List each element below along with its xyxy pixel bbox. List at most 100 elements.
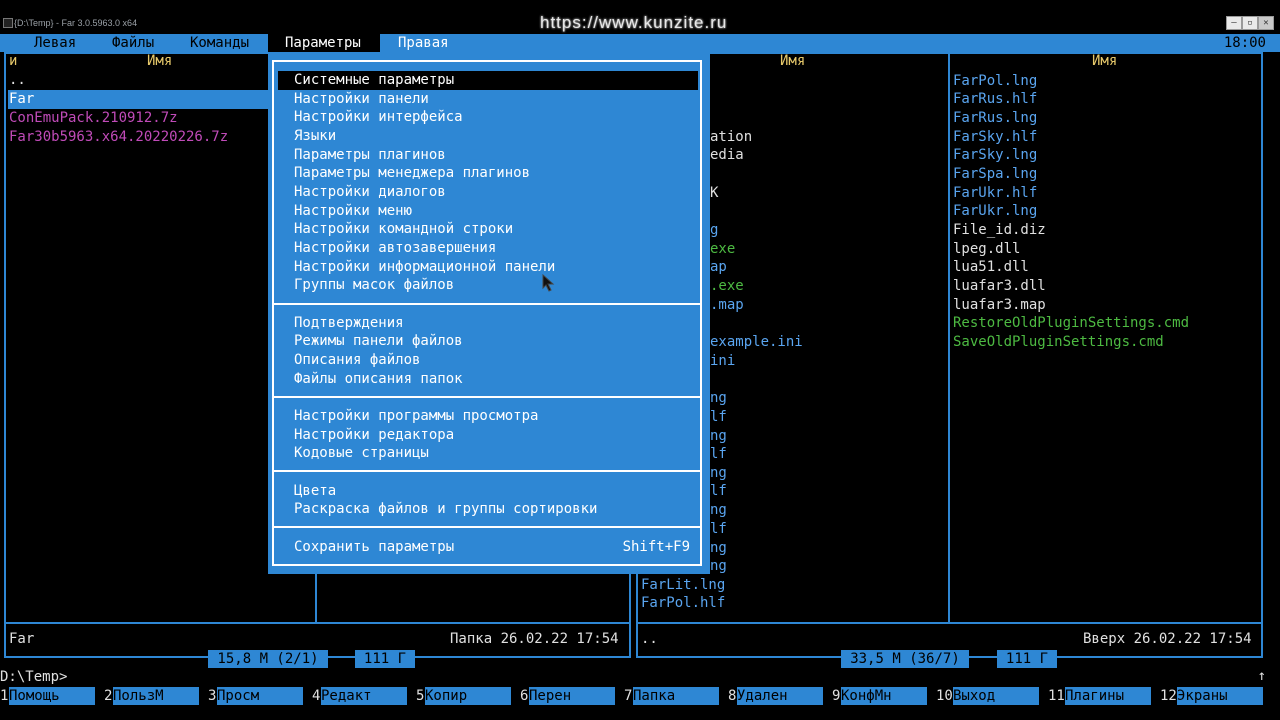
menu-item-code-pages[interactable]: Кодовые страницы bbox=[278, 444, 698, 463]
file-row[interactable]: FarUkr.lng bbox=[953, 202, 1037, 221]
file-row[interactable]: FarSky.lng bbox=[953, 146, 1037, 165]
file-row[interactable]: File_id.diz bbox=[953, 221, 1046, 240]
file-row-fragment[interactable]: ng bbox=[710, 501, 727, 520]
maximize-button[interactable]: ▫ bbox=[1242, 16, 1258, 30]
right-panel-col-header-name-2[interactable]: Имя bbox=[1092, 53, 1117, 69]
menu-item-save-settings[interactable]: Сохранить параметры Shift+F9 bbox=[278, 538, 698, 557]
file-row-fragment[interactable]: lf bbox=[710, 482, 727, 501]
file-row-fragment[interactable]: ng bbox=[710, 389, 727, 408]
menu-item-interface-settings[interactable]: Настройки интерфейса bbox=[278, 108, 698, 127]
keybar-f5-copy[interactable]: Копир bbox=[425, 687, 511, 705]
file-row-farlit-lng[interactable]: FarLit.lng bbox=[641, 576, 725, 595]
close-button[interactable]: ✕ bbox=[1258, 16, 1274, 30]
menu-files[interactable]: Файлы bbox=[112, 34, 154, 52]
file-row-fragment[interactable]: ini bbox=[710, 352, 735, 371]
left-panel-info-details: Папка 26.02.22 17:54 bbox=[450, 631, 619, 647]
file-row-conemupack[interactable]: ConEmuPack.210912.7z bbox=[9, 109, 309, 128]
file-row[interactable]: FarSpa.lng bbox=[953, 165, 1037, 184]
file-row[interactable]: FarRus.hlf bbox=[953, 90, 1037, 109]
file-row-farpol-hlf[interactable]: FarPol.hlf bbox=[641, 594, 725, 613]
file-row-fragment[interactable]: ng bbox=[710, 427, 727, 446]
keybar-f1-number: 1 bbox=[0, 688, 9, 704]
file-row-fragment[interactable]: .map bbox=[710, 296, 744, 315]
keybar-f5-number: 5 bbox=[416, 688, 425, 704]
menu-item-system-settings[interactable]: Системные параметры bbox=[278, 71, 698, 90]
keybar-f7-mkdir[interactable]: Папка bbox=[633, 687, 719, 705]
file-row-fragment[interactable]: g bbox=[710, 221, 718, 240]
file-row[interactable]: SaveOldPluginSettings.cmd bbox=[953, 333, 1164, 352]
left-panel-col-header-name[interactable]: Имя bbox=[147, 53, 172, 69]
keybar-f11-plugins[interactable]: Плагины bbox=[1065, 687, 1151, 705]
file-row-fragment[interactable]: exe bbox=[710, 240, 735, 259]
menu-left[interactable]: Левая bbox=[34, 34, 76, 52]
keybar-f6-move[interactable]: Перен bbox=[529, 687, 615, 705]
menu-item-info-panel-settings[interactable]: Настройки информационной панели bbox=[278, 258, 698, 277]
left-panel-size-summary: 15,8 M (2/1) bbox=[208, 650, 328, 668]
scroll-up-arrow-icon: ↑ bbox=[1257, 668, 1266, 684]
file-row[interactable]: lpeg.dll bbox=[953, 240, 1020, 259]
keybar-f1-help[interactable]: Помощь bbox=[9, 687, 95, 705]
right-panel-info-divider bbox=[636, 622, 1263, 624]
menu-options[interactable]: Параметры bbox=[268, 34, 380, 52]
file-row-parent[interactable]: .. bbox=[9, 71, 309, 90]
file-row-far-archive[interactable]: Far30b5963.x64.20220226.7z bbox=[9, 128, 309, 147]
keybar-f10-quit[interactable]: Выход bbox=[953, 687, 1039, 705]
menu-item-colors[interactable]: Цвета bbox=[278, 482, 698, 501]
keybar-f4-edit[interactable]: Редакт bbox=[321, 687, 407, 705]
left-panel-col-header-attr[interactable]: и bbox=[9, 53, 17, 69]
keybar-f8-delete[interactable]: Удален bbox=[737, 687, 823, 705]
file-row-fragment[interactable]: lf bbox=[710, 408, 727, 427]
file-row-fragment[interactable]: ng bbox=[710, 557, 727, 576]
menu-item-plugin-manager-settings[interactable]: Параметры менеджера плагинов bbox=[278, 164, 698, 183]
menu-item-file-highlighting[interactable]: Раскраска файлов и группы сортировки bbox=[278, 500, 698, 519]
menu-item-panel-settings[interactable]: Настройки панели bbox=[278, 90, 698, 109]
keybar-f2-usermenu[interactable]: ПользМ bbox=[113, 687, 199, 705]
menu-item-file-descriptions[interactable]: Описания файлов bbox=[278, 351, 698, 370]
menu-separator bbox=[274, 470, 700, 472]
menu-item-editor-settings[interactable]: Настройки редактора bbox=[278, 426, 698, 445]
menu-item-command-line-settings[interactable]: Настройки командной строки bbox=[278, 220, 698, 239]
file-row[interactable]: RestoreOldPluginSettings.cmd bbox=[953, 314, 1189, 333]
right-panel-col-header-name-1[interactable]: Имя bbox=[780, 53, 805, 69]
file-row-fragment[interactable]: ap bbox=[710, 258, 727, 277]
menu-right[interactable]: Правая bbox=[398, 34, 449, 52]
file-row-fragment[interactable]: lf bbox=[710, 520, 727, 539]
file-row-fragment[interactable]: edia bbox=[710, 146, 744, 165]
app-icon bbox=[3, 18, 13, 28]
file-row-fragment[interactable]: K bbox=[710, 184, 718, 203]
command-line-prompt[interactable]: D:\Temp> bbox=[0, 668, 67, 686]
keybar-f3-view[interactable]: Просм bbox=[217, 687, 303, 705]
menu-item-file-mask-groups[interactable]: Группы масок файлов bbox=[278, 276, 698, 295]
menu-item-dialog-settings[interactable]: Настройки диалогов bbox=[278, 183, 698, 202]
menu-item-folder-description-files[interactable]: Файлы описания папок bbox=[278, 370, 698, 389]
file-row[interactable]: FarPol.lng bbox=[953, 72, 1037, 91]
file-row[interactable]: FarUkr.hlf bbox=[953, 184, 1037, 203]
file-row-fragment[interactable]: example.ini bbox=[710, 333, 803, 352]
watermark-url: https://www.kunzite.ru bbox=[540, 13, 728, 32]
menu-item-file-panel-modes[interactable]: Режимы панели файлов bbox=[278, 332, 698, 351]
file-row[interactable]: FarRus.lng bbox=[953, 109, 1037, 128]
menu-item-confirmations[interactable]: Подтверждения bbox=[278, 314, 698, 333]
file-row-fragment[interactable]: lf bbox=[710, 445, 727, 464]
keybar-f9-configmenu[interactable]: КонфМн bbox=[841, 687, 927, 705]
file-row-fragment[interactable]: ng bbox=[710, 539, 727, 558]
menu-commands[interactable]: Команды bbox=[190, 34, 249, 52]
menu-separator bbox=[274, 303, 700, 305]
file-row-fragment[interactable]: ation bbox=[710, 128, 752, 147]
save-shortcut-label: Shift+F9 bbox=[622, 539, 690, 555]
file-row[interactable]: luafar3.dll bbox=[953, 277, 1046, 296]
file-row-fragment[interactable]: ng bbox=[710, 464, 727, 483]
menu-item-autocomplete-settings[interactable]: Настройки автозавершения bbox=[278, 239, 698, 258]
file-row[interactable]: luafar3.map bbox=[953, 296, 1046, 315]
file-row[interactable]: lua51.dll bbox=[953, 258, 1029, 277]
menu-item-languages[interactable]: Языки bbox=[278, 127, 698, 146]
right-panel-info-name: .. bbox=[641, 631, 658, 647]
keybar-f12-screens[interactable]: Экраны bbox=[1177, 687, 1263, 705]
menu-item-viewer-settings[interactable]: Настройки программы просмотра bbox=[278, 407, 698, 426]
file-row-fragment[interactable]: .exe bbox=[710, 277, 744, 296]
options-dropdown-menu: Системные параметры Настройки панели Нас… bbox=[268, 52, 710, 574]
file-row[interactable]: FarSky.hlf bbox=[953, 128, 1037, 147]
menu-item-plugin-settings[interactable]: Параметры плагинов bbox=[278, 146, 698, 165]
minimize-button[interactable]: – bbox=[1226, 16, 1242, 30]
menu-item-menu-settings[interactable]: Настройки меню bbox=[278, 202, 698, 221]
